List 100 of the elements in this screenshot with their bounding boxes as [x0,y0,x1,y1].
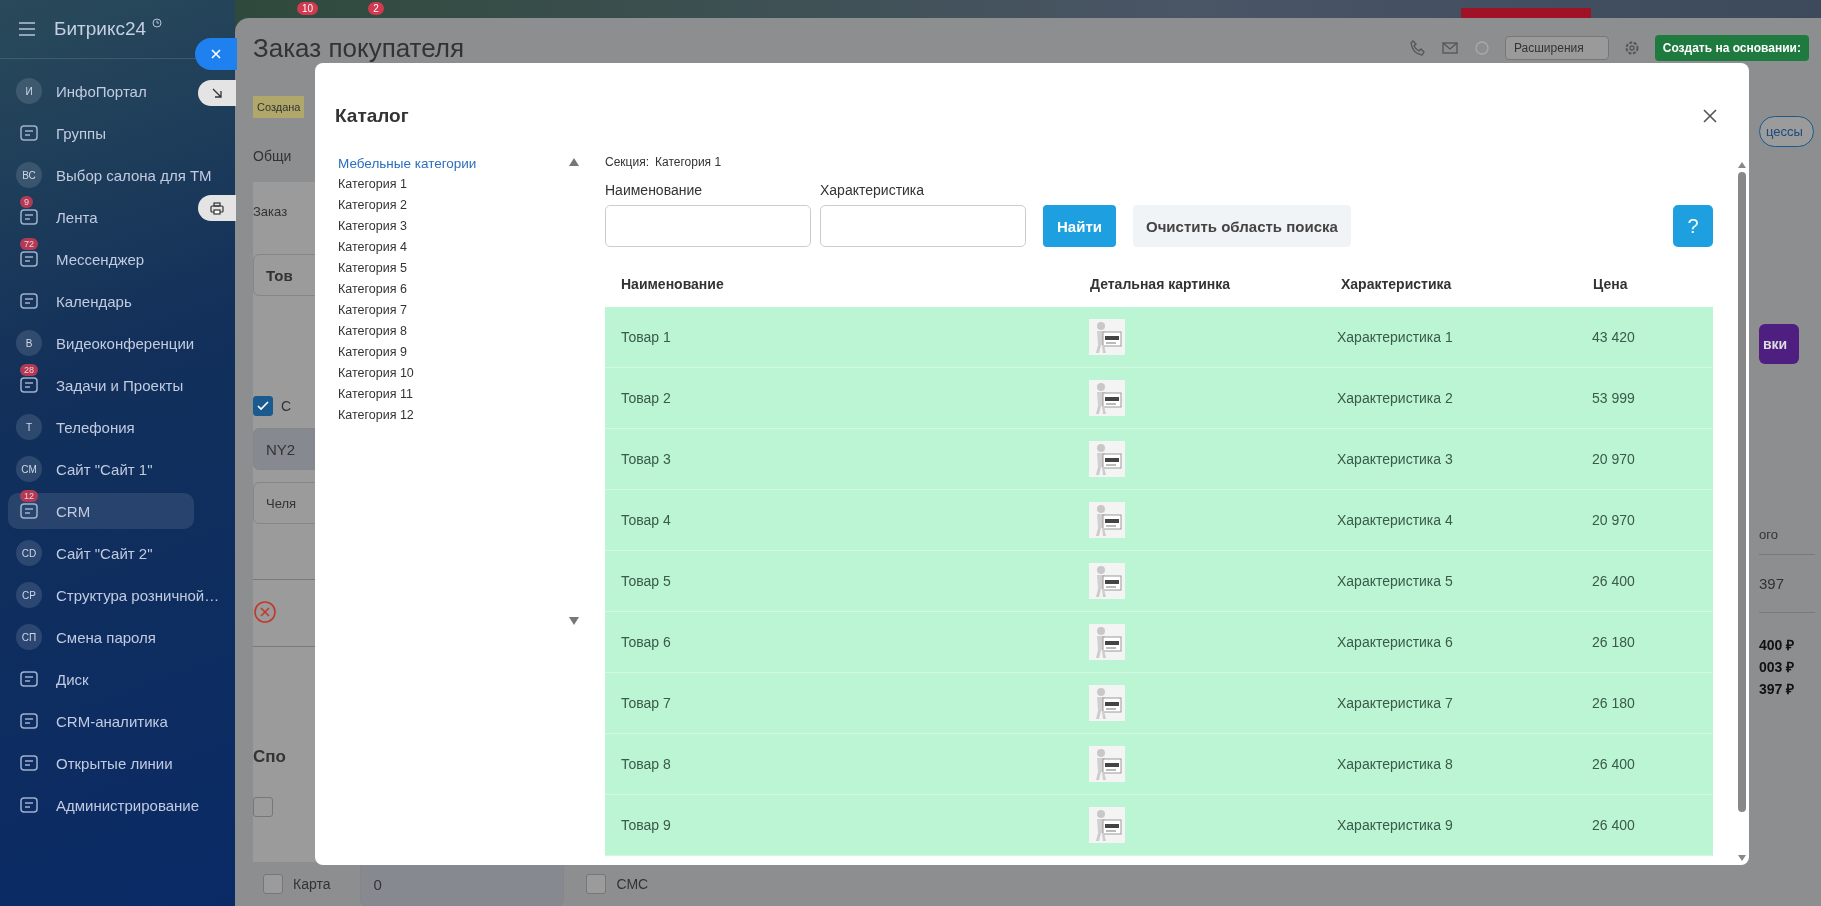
tree-item[interactable]: Категория 5 [338,261,569,277]
sidebar-item[interactable]: Администрирование [8,787,208,823]
table-cell: Характеристика 1 [1337,329,1453,345]
table-row[interactable]: Товар 9 Характеристика 9 26 400 [605,794,1713,856]
menu-item-icon [19,376,39,394]
sidebar-item[interactable]: И ИнфоПортал [8,73,194,109]
checkbox[interactable] [253,396,273,416]
checkbox[interactable] [263,874,283,894]
tree-item[interactable]: Категория 1 [338,177,569,193]
section-label: Секция: [605,155,649,169]
tree-item[interactable]: Категория 11 [338,387,569,403]
menu-item-icon [19,670,39,688]
sidebar-item[interactable]: СМ Сайт "Сайт 1" [8,451,194,487]
table-row[interactable]: Товар 4 Характеристика 4 20 970 [605,489,1713,551]
table-cell: Характеристика 6 [1337,634,1453,650]
tree-item[interactable]: Категория 4 [338,240,569,256]
checkbox-label: СМС [616,876,649,892]
sum-value: 400 ₽ [1759,636,1795,654]
sidebar-item[interactable]: 9 Лента [8,199,194,235]
sidebar-item[interactable]: СП Смена пароля [8,619,194,655]
remove-icon[interactable] [253,600,277,624]
tree-item[interactable]: Категория 6 [338,282,569,298]
table-cell: Товар 4 [621,512,671,528]
sidebar-item[interactable]: 28 Задачи и Проекты [8,367,194,403]
table-row[interactable]: Товар 1 Характеристика 1 43 420 [605,307,1713,368]
print-icon [210,201,224,215]
menu-label: Мессенджер [56,250,145,268]
sidebar-item[interactable]: В Видеоконференции [8,325,203,361]
checkbox[interactable] [586,874,607,894]
initials-avatar: ВС [16,162,42,188]
checkbox-label: С [281,398,292,414]
table-cell: 26 400 [1592,573,1635,589]
sidebar-item[interactable]: 12 CRM [8,493,194,529]
table-cell: Характеристика 5 [1337,573,1453,589]
tree-item[interactable]: Категория 12 [338,408,569,424]
column-header: Наименование [621,276,724,292]
sidebar-item[interactable]: Группы [8,115,194,151]
dialog-title: Каталог [335,104,409,127]
menu-icon[interactable] [18,22,36,36]
count-badge: 2 [368,2,384,15]
table-row[interactable]: Товар 3 Характеристика 3 20 970 [605,428,1713,490]
sidebar-item[interactable]: 72 Мессенджер [8,241,194,277]
close-button[interactable] [195,38,237,70]
mail-icon[interactable] [1440,39,1459,57]
tree-item[interactable]: Категория 3 [338,219,569,235]
checkbox[interactable] [253,797,273,817]
menu-label: Открытые линии [56,754,173,772]
sidebar-item[interactable]: СD Сайт "Сайт 2" [8,535,194,571]
initials-avatar: СD [16,540,42,566]
table-cell: 26 180 [1592,695,1635,711]
tree-item[interactable]: Категория 9 [338,345,569,361]
initials-avatar: СП [16,624,42,650]
delivery-button[interactable]: вки [1759,324,1800,364]
column-header: Цена [1593,276,1628,292]
initials-avatar: В [16,330,42,356]
table-row[interactable]: Товар 2 Характеристика 2 53 999 [605,367,1713,429]
amount-field[interactable]: 0 [360,862,565,906]
menu-label: Группы [56,124,106,142]
page-title: Заказ покупателя [253,32,465,64]
tree-item[interactable]: Категория 8 [338,324,569,340]
sidebar-item[interactable]: CRM-аналитика [8,703,194,739]
sidebar-item[interactable]: СР Структура розничной… [8,577,228,613]
menu-item-icon [19,208,39,226]
table-cell: Характеристика 3 [1337,451,1453,467]
create-based-on-button[interactable]: Создать на основании: [1654,35,1809,61]
print-button[interactable] [198,195,236,221]
tree-item[interactable]: Мебельные категории [338,156,569,172]
scroll-up-icon[interactable] [1738,162,1746,168]
column-header: ого [1759,527,1778,544]
scroll-down-icon[interactable] [1738,855,1746,861]
clear-search-button[interactable]: Очистить область поиска [1132,205,1351,247]
initials-avatar: СМ [16,456,42,482]
menu-item-icon [19,712,39,730]
input-field[interactable] [605,205,811,247]
clock-icon [152,18,163,28]
sidebar-item[interactable]: Календарь [8,283,194,319]
table-row[interactable]: Товар 7 Характеристика 7 26 180 [605,672,1713,734]
input-field[interactable] [820,205,1026,247]
sidebar-item[interactable]: Открытые линии [8,745,194,781]
phone-icon[interactable] [1408,39,1427,57]
table-row[interactable]: Товар 8 Характеристика 8 26 400 [605,733,1713,795]
collapse-button[interactable] [198,80,236,106]
table-row[interactable]: Товар 6 Характеристика 6 26 180 [605,611,1713,673]
table-row[interactable]: Товар 5 Характеристика 5 26 400 [605,550,1713,612]
sum-value: 003 ₽ [1759,658,1795,676]
count-badge: 10 [297,2,319,15]
sidebar-item[interactable]: ВС Выбор салона для ТМ [8,157,220,193]
tree-item[interactable]: Категория 2 [338,198,569,214]
sidebar-item[interactable]: Т Телефония [8,409,194,445]
tree-item[interactable]: Категория 10 [338,366,569,382]
close-icon [210,48,222,60]
scroll-down-icon[interactable] [569,617,579,625]
arrow-icon [211,87,223,99]
sidebar-item[interactable]: Диск [8,661,194,697]
initials-avatar: И [16,78,42,104]
tree-item[interactable]: Категория 7 [338,303,569,319]
table-cell: 26 400 [1592,756,1635,772]
scroll-up-icon[interactable] [569,158,579,166]
menu-label: Выбор салона для ТМ [56,166,212,184]
extensions-dropdown[interactable]: Расширения [1504,36,1609,60]
